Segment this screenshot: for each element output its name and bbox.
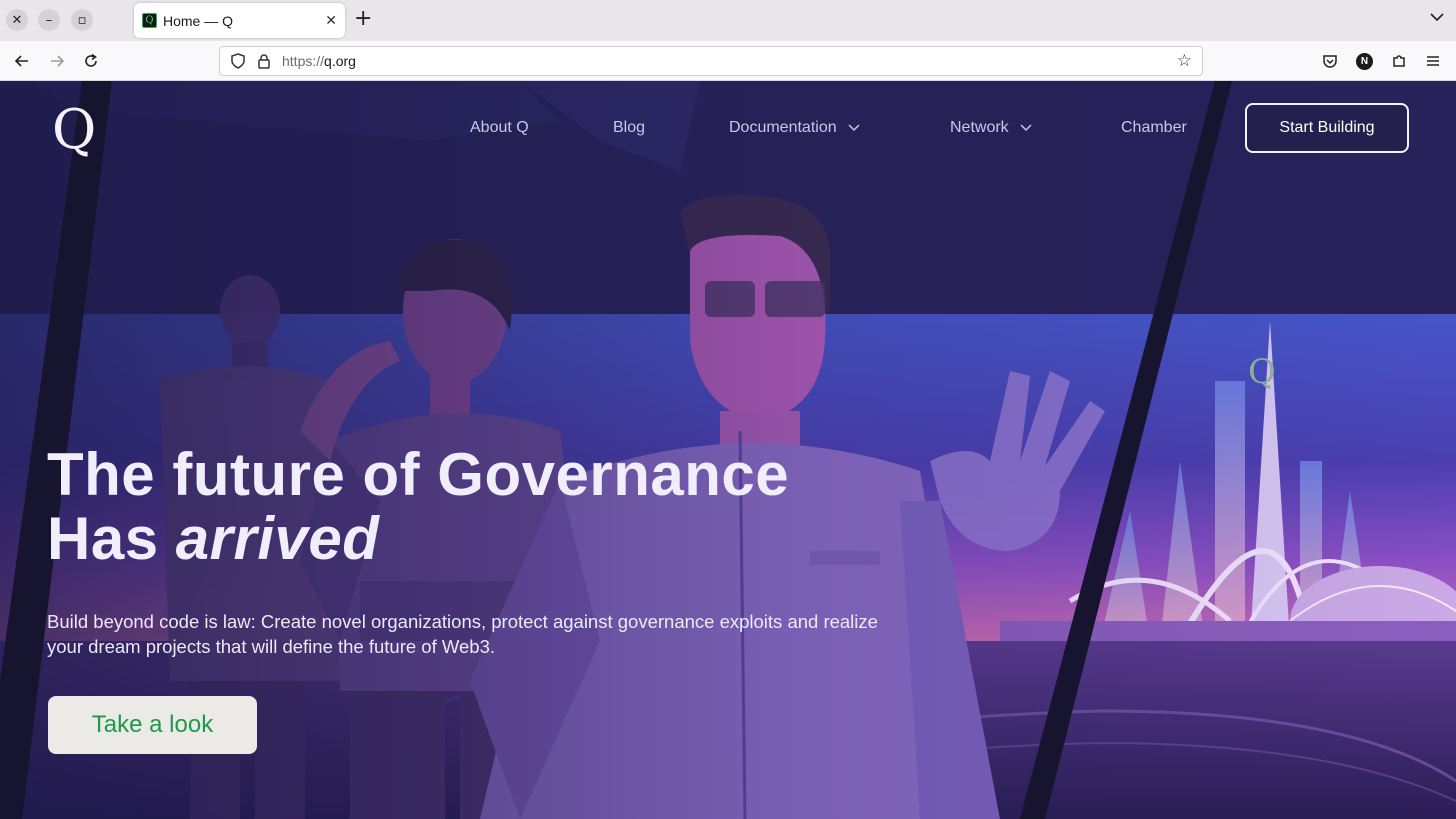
chevron-down-icon [848,124,860,132]
browser-tab-active[interactable]: Q Home — Q ✕ [134,3,345,38]
forward-arrow-icon[interactable] [45,49,69,73]
headline-line2-regular: Has [47,505,176,572]
pocket-icon[interactable] [1318,49,1342,73]
hamburger-menu-icon[interactable] [1421,49,1445,73]
nav-blog[interactable]: Blog [613,119,645,137]
nav-chamber[interactable]: Chamber [1121,119,1187,137]
start-building-button[interactable]: Start Building [1245,103,1409,153]
browser-nav-bar: https://q.org ☆ N [0,41,1456,81]
url-text: https://q.org [282,53,1177,69]
shield-icon[interactable] [230,53,246,69]
back-arrow-icon[interactable] [10,49,34,73]
address-bar[interactable]: https://q.org ☆ [219,46,1203,76]
tab-list-chevron-icon[interactable] [1430,10,1444,26]
hero-headline: The future of Governance Has arrived [47,443,789,571]
site-logo[interactable]: Q [52,103,96,157]
nav-label-blog: Blog [613,119,646,136]
nav-label-documentation: Documentation [729,119,837,136]
maximize-icon[interactable]: ▫ [71,9,93,31]
nav-network[interactable]: Network [950,119,1033,137]
nav-label-chamber: Chamber [1121,119,1187,136]
nav-label-network: Network [950,119,1009,136]
lock-icon[interactable] [256,53,272,69]
hero-subtitle: Build beyond code is law: Create novel o… [47,611,878,657]
url-host: q.org [324,53,356,69]
take-a-look-button[interactable]: Take a look [48,696,257,754]
minimize-icon[interactable]: – [38,9,60,31]
nav-label-about-q: About Q [470,119,529,136]
bookmark-star-icon[interactable]: ☆ [1177,51,1192,71]
extensions-puzzle-icon[interactable] [1387,49,1411,73]
browser-tab-bar: ✕ – ▫ Q Home — Q ✕ + [0,0,1456,41]
reload-icon[interactable] [79,49,103,73]
hero-section: Q About Q Blog Documentation Network Cha… [0,81,1456,819]
tab-close-icon[interactable]: ✕ [325,13,337,29]
headline-regular: The future of [47,441,438,508]
nav-about-q[interactable]: About Q [470,119,529,137]
site-favicon-icon: Q [142,13,157,28]
headline-bold: Governance [437,441,790,508]
url-protocol: https:// [282,53,325,69]
headline-italic: arrived [175,505,380,572]
tab-title: Home — Q [163,12,234,29]
profile-avatar[interactable]: N [1356,53,1373,70]
new-tab-icon[interactable]: + [354,8,372,30]
nav-documentation[interactable]: Documentation [729,119,861,137]
close-window-icon[interactable]: ✕ [6,9,28,31]
chevron-down-icon [1020,124,1032,132]
